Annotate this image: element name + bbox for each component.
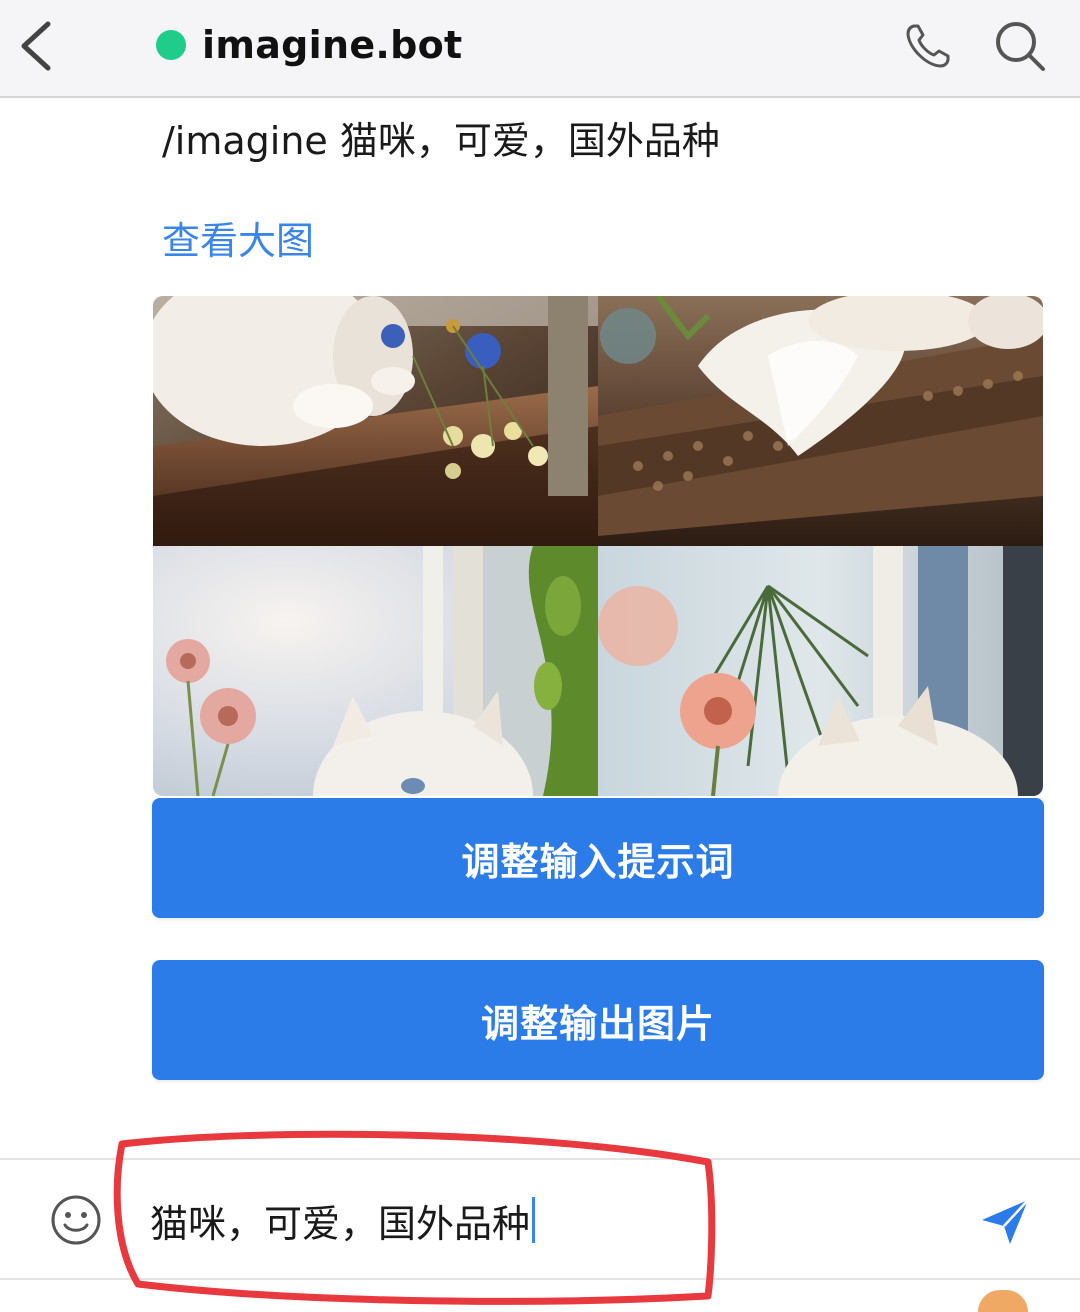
generated-image-2[interactable] <box>598 296 1043 546</box>
generated-image-3[interactable] <box>153 546 598 796</box>
chat-screen: imagine.bot /imagine 猫咪，可爱，国外品种 查看大图 调整输… <box>0 0 1080 1312</box>
send-button[interactable] <box>978 1196 1034 1248</box>
chat-title: imagine.bot <box>202 23 463 67</box>
prompt-message: /imagine 猫咪，可爱，国外品种 <box>162 119 720 163</box>
back-button[interactable] <box>14 18 64 74</box>
call-button[interactable] <box>900 18 956 74</box>
text-caret <box>532 1197 536 1243</box>
generated-image-4[interactable] <box>598 546 1043 796</box>
send-icon <box>982 1199 1029 1244</box>
smiley-icon <box>51 1195 101 1245</box>
online-status-dot <box>156 30 186 60</box>
generated-image-1[interactable] <box>153 296 598 546</box>
message-input-value: 猫咪，可爱，国外品种 <box>150 1201 531 1246</box>
view-large-image-link[interactable]: 查看大图 <box>162 210 314 265</box>
message-input[interactable]: 猫咪，可爱，国外品种 <box>150 1190 930 1250</box>
image-grid[interactable] <box>153 296 1043 796</box>
adjust-prompt-button[interactable]: 调整输入提示词 <box>152 798 1044 918</box>
divider <box>0 1278 1080 1280</box>
search-icon <box>996 22 1045 71</box>
chat-header: imagine.bot <box>0 0 1080 98</box>
chevron-left-icon <box>21 21 51 71</box>
adjust-output-image-button[interactable]: 调整输出图片 <box>152 960 1044 1080</box>
phone-icon <box>906 24 950 68</box>
search-button[interactable] <box>990 16 1050 76</box>
emoji-button[interactable] <box>48 1192 104 1248</box>
chat-title-group[interactable]: imagine.bot <box>156 20 463 70</box>
